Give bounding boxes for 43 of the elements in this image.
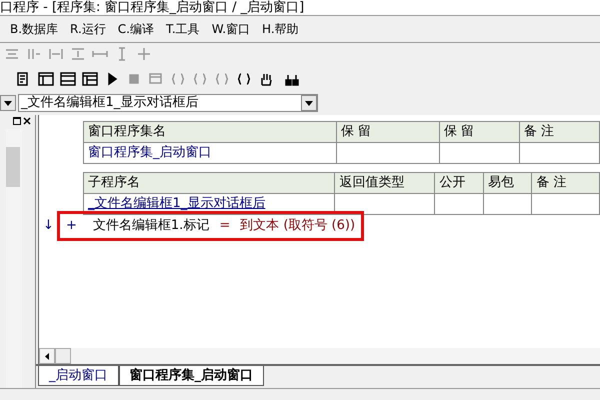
table-cell bbox=[483, 194, 532, 214]
menu-item[interactable]: H.帮助 bbox=[262, 20, 299, 38]
dropdown-button[interactable] bbox=[0, 95, 16, 111]
table-cell: _文件名编辑框1_显示对话框后 bbox=[84, 194, 335, 214]
table-cell bbox=[532, 194, 600, 214]
scroll-left-button[interactable] bbox=[39, 348, 55, 364]
code-call: 到文本 (取符号 (6)) bbox=[240, 216, 356, 235]
left-triangle-icon bbox=[45, 352, 49, 360]
plus-glyph[interactable]: + bbox=[66, 216, 77, 236]
column-header: 公开 bbox=[434, 172, 484, 194]
layout-icon[interactable] bbox=[38, 72, 54, 86]
menu-item[interactable]: R.运行 bbox=[70, 20, 106, 38]
dropdown-button[interactable] bbox=[301, 95, 317, 111]
braces-icon[interactable] bbox=[236, 72, 252, 86]
code-operator: = bbox=[219, 216, 230, 235]
scrollbar[interactable] bbox=[6, 129, 22, 388]
window-title: 口程序 - [程序集: 窗口程序集_启动窗口 / _启动窗口] bbox=[0, 1, 304, 15]
menu-item[interactable]: T.工具 bbox=[166, 20, 200, 38]
caret-icon[interactable] bbox=[305, 100, 313, 106]
subroutine-select[interactable]: _文件名编辑框1_显示对话框后 bbox=[18, 94, 318, 112]
close-icon[interactable] bbox=[23, 117, 31, 125]
code-target: 文件名编辑框1.标记 bbox=[92, 216, 210, 235]
column-header: 子程序名 bbox=[84, 172, 335, 194]
table-cell: 窗口程序集_启动窗口 bbox=[84, 142, 336, 164]
column-header: 保 留 bbox=[439, 122, 520, 142]
tab[interactable]: _启动窗口 bbox=[38, 366, 118, 386]
column-header: 易包 bbox=[483, 172, 532, 194]
arrow-glyph: ↓ bbox=[43, 216, 55, 235]
caret-icon[interactable] bbox=[4, 100, 12, 106]
column-header: 保 留 bbox=[336, 122, 440, 142]
column-header: 返回值类型 bbox=[334, 172, 435, 194]
column-header: 备 注 bbox=[519, 122, 600, 142]
table-cell bbox=[434, 194, 484, 214]
maximize-icon[interactable] bbox=[13, 117, 21, 125]
layout-icon[interactable] bbox=[60, 72, 76, 86]
tab[interactable]: 窗口程序集_启动窗口 bbox=[118, 366, 264, 386]
scroll-thumb[interactable] bbox=[55, 348, 71, 364]
menu-item[interactable]: W.窗口 bbox=[212, 20, 250, 38]
layout-icon[interactable] bbox=[82, 72, 98, 86]
menu-item[interactable]: C.编译 bbox=[118, 20, 154, 38]
column-header: 备 注 bbox=[532, 172, 600, 194]
column-header: 窗口程序集名 bbox=[84, 122, 336, 142]
menu-item[interactable]: B.数据库 bbox=[10, 20, 58, 38]
